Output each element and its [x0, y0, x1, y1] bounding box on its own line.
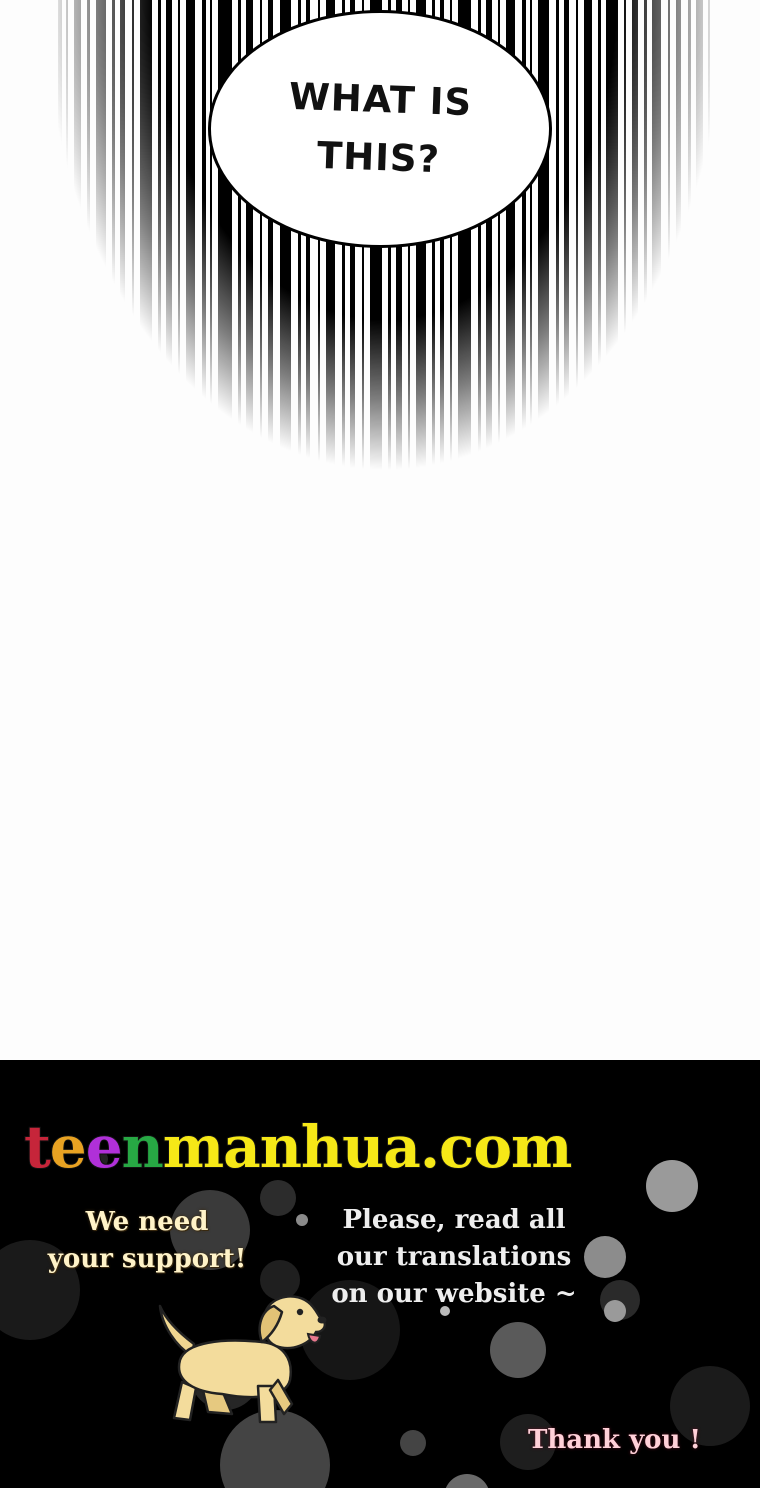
speed-line [112, 0, 115, 510]
speed-line [696, 0, 703, 510]
speed-line [186, 0, 195, 510]
speed-line [576, 0, 578, 510]
comic-panel: WHAT IS THIS? [0, 0, 760, 1060]
logo-letter-n: n [121, 1112, 165, 1182]
speed-line [564, 0, 569, 510]
speed-line [58, 0, 62, 510]
golden-retriever-puppy-icon [158, 1295, 327, 1424]
speed-line [556, 0, 559, 510]
speed-line [158, 0, 161, 510]
speed-line [210, 0, 212, 510]
speed-line [676, 0, 681, 510]
logo-letter-e1: e [49, 1112, 88, 1182]
speed-line [668, 0, 670, 510]
logo-letter-e2: e [85, 1112, 124, 1182]
speed-line [708, 0, 710, 510]
speed-line [96, 0, 106, 510]
speed-line [132, 0, 134, 510]
speed-line [74, 0, 81, 510]
logo-rest: manhua.com [162, 1112, 574, 1182]
support-line-2: your support! [47, 1244, 247, 1274]
speed-line [584, 0, 592, 510]
speech-line-2: THIS? [316, 133, 442, 182]
speed-line [688, 0, 691, 510]
thank-you-message: Thank you ! [528, 1425, 701, 1455]
site-promo-banner: teenmanhua.com We need your support! Ple… [0, 1060, 760, 1488]
read-on-website-message: Please, read all our translations on our… [316, 1202, 592, 1313]
please-line-2: our translations [336, 1242, 572, 1272]
bokeh-circle [490, 1322, 546, 1378]
bokeh-circle [400, 1430, 426, 1456]
bokeh-circle [604, 1300, 626, 1322]
speed-line [538, 0, 549, 510]
bokeh-circle [296, 1214, 308, 1226]
speech-bubble-text: WHAT IS THIS? [286, 68, 473, 190]
speed-line [87, 0, 90, 510]
bokeh-circle [646, 1160, 698, 1212]
please-line-1: Please, read all [342, 1205, 566, 1235]
speed-line [652, 0, 661, 510]
speed-line [140, 0, 152, 510]
please-line-3: on our website ~ [331, 1279, 577, 1309]
speed-line [624, 0, 626, 510]
logo-letter-t: t [23, 1112, 52, 1182]
speed-line [632, 0, 638, 510]
speech-bubble: WHAT IS THIS? [208, 10, 552, 248]
speed-line [166, 0, 172, 510]
site-logo[interactable]: teenmanhua.com [23, 1112, 574, 1182]
speed-line [178, 0, 180, 510]
support-message: We need your support! [24, 1204, 270, 1278]
support-line-1: We need [85, 1207, 209, 1237]
speed-line [66, 0, 68, 510]
speed-line [120, 0, 125, 510]
speed-line [606, 0, 618, 510]
speech-line-1: WHAT IS [288, 74, 474, 125]
speed-line [598, 0, 601, 510]
bokeh-circle [444, 1474, 490, 1488]
speed-line [202, 0, 206, 510]
speed-line [644, 0, 647, 510]
